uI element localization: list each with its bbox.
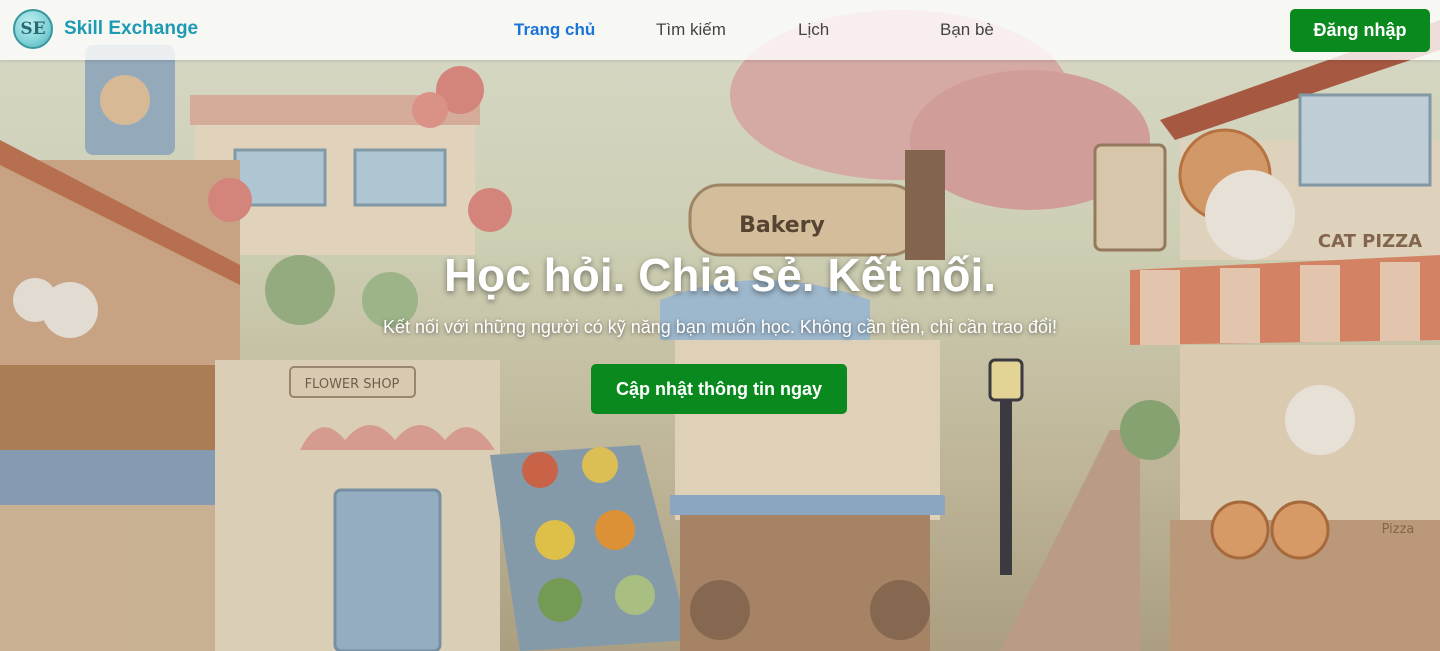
nav-link-home[interactable]: Trang chủ (514, 20, 595, 40)
login-button[interactable]: Đăng nhập (1290, 9, 1430, 52)
hero-title: Học hỏi. Chia sẻ. Kết nối. (443, 249, 997, 301)
brand-name: Skill Exchange (64, 18, 199, 39)
nav-link-search[interactable]: Tìm kiếm (656, 20, 726, 40)
hero-subtitle: Kết nối với những người có kỹ năng bạn m… (382, 317, 1058, 337)
logo-icon: SE (13, 9, 53, 49)
brand[interactable]: SE Skill Exchange (13, 9, 198, 49)
update-profile-button[interactable]: Cập nhật thông tin ngay (591, 364, 847, 414)
hero-section: Học hỏi. Chia sẻ. Kết nối. Kết nối với n… (0, 60, 1440, 651)
landing-page: Bakery FLOWER SHOP CAT PIZZA Pizza SE Sk… (0, 0, 1440, 651)
nav-link-friends[interactable]: Bạn bè (940, 20, 994, 40)
top-navbar: SE Skill Exchange Trang chủ Tìm kiếm Lịc… (0, 0, 1440, 60)
nav-link-calendar[interactable]: Lịch (798, 20, 829, 40)
